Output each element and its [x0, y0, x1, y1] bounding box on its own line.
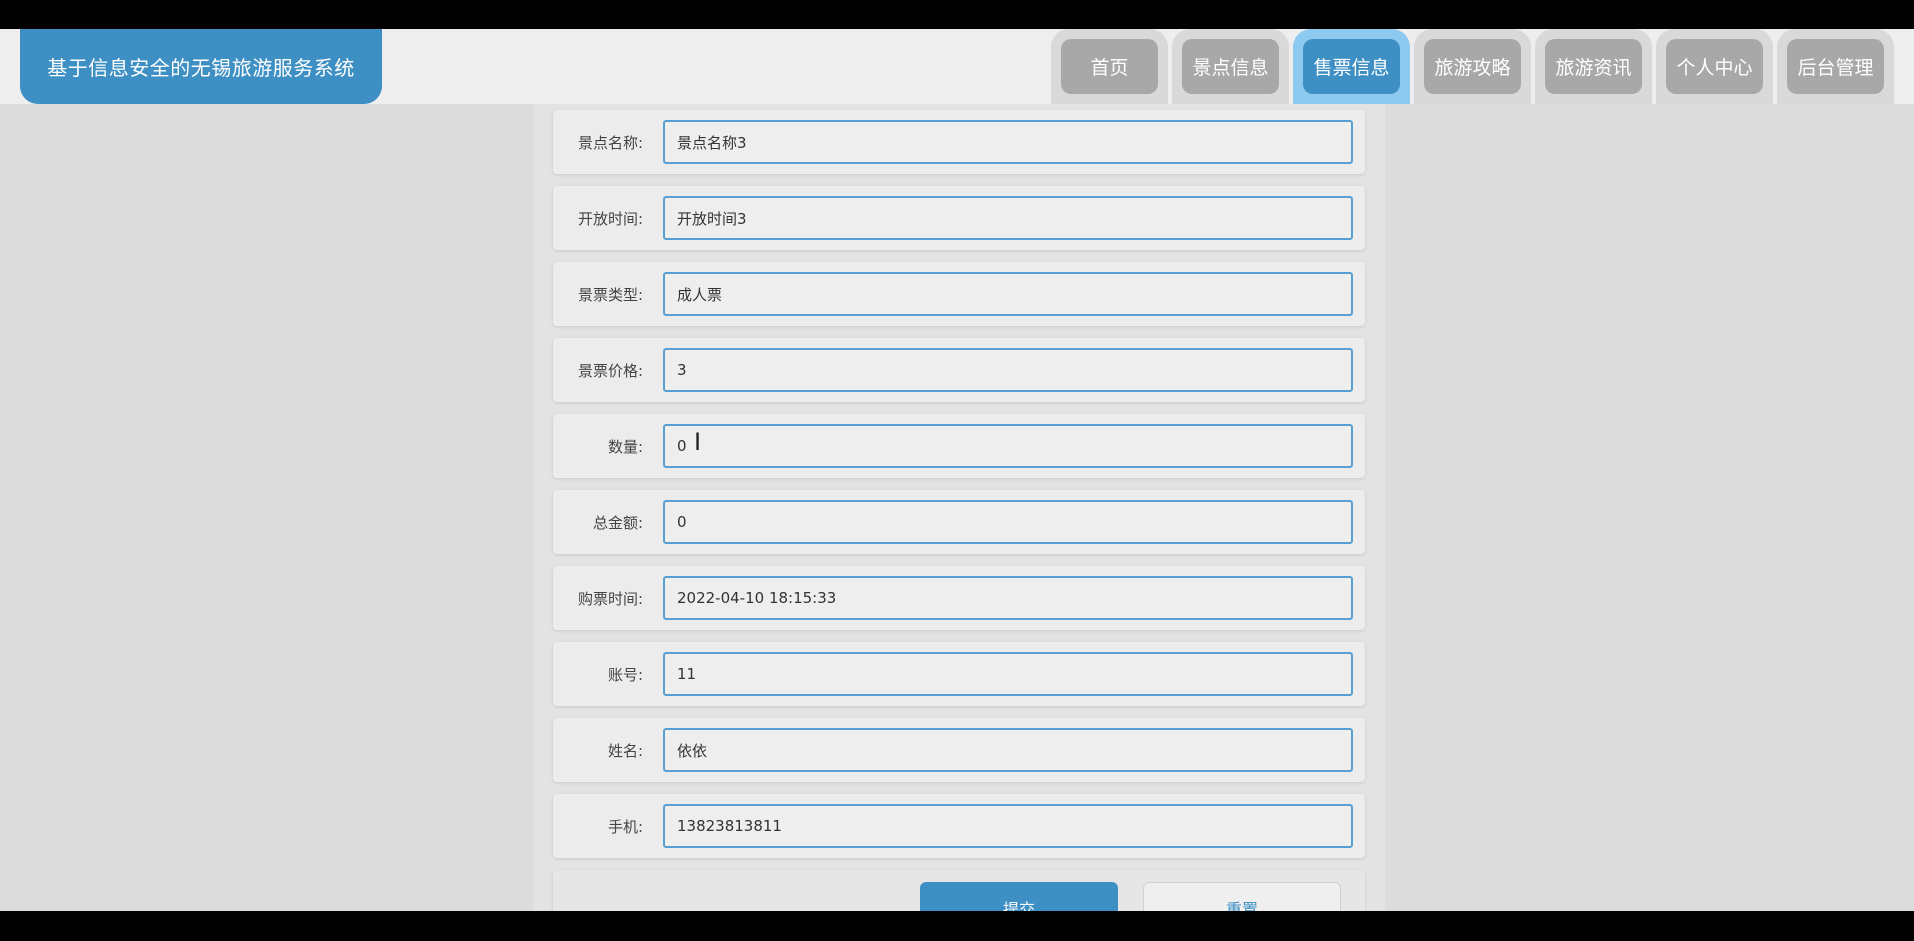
form-actions: 提交 重置	[553, 870, 1365, 911]
ticket-type-input[interactable]	[663, 272, 1353, 316]
field-label: 景点名称:	[577, 133, 643, 152]
field-label: 姓名:	[607, 741, 643, 760]
ticket-form: 景点名称: 开放时间: 景票类型: 景票价格: 数量: 总金额: 购票时间:	[533, 104, 1385, 911]
submit-button[interactable]: 提交	[920, 882, 1118, 911]
nav-home[interactable]: 首页	[1051, 29, 1168, 104]
ticket-price-input[interactable]	[663, 348, 1353, 392]
nav-guides-label: 旅游攻略	[1424, 39, 1521, 94]
text-cursor-icon: I	[694, 428, 702, 456]
total-amount-input[interactable]	[663, 500, 1353, 544]
quantity-input[interactable]	[663, 424, 1353, 468]
nav-guides[interactable]: 旅游攻略	[1414, 29, 1531, 104]
field-attraction-name: 景点名称:	[553, 110, 1365, 174]
phone-input[interactable]	[663, 804, 1353, 848]
field-quantity: 数量:	[553, 414, 1365, 478]
field-phone: 手机:	[553, 794, 1365, 858]
purchase-time-input[interactable]	[663, 576, 1353, 620]
nav-news[interactable]: 旅游资讯	[1535, 29, 1652, 104]
site-header: 基于信息安全的无锡旅游服务系统 首页 景点信息 售票信息 旅游攻略 旅游资讯 个…	[0, 29, 1914, 104]
field-label: 手机:	[607, 817, 643, 836]
name-input[interactable]	[663, 728, 1353, 772]
nav-profile[interactable]: 个人中心	[1656, 29, 1773, 104]
nav-tickets-label: 售票信息	[1303, 39, 1400, 94]
account-input[interactable]	[663, 652, 1353, 696]
field-open-time: 开放时间:	[553, 186, 1365, 250]
field-label: 总金额:	[592, 513, 643, 532]
field-label: 景票类型:	[577, 285, 643, 304]
main-nav: 首页 景点信息 售票信息 旅游攻略 旅游资讯 个人中心 后台管理	[1051, 29, 1894, 104]
field-label: 开放时间:	[577, 209, 643, 228]
field-ticket-price: 景票价格:	[553, 338, 1365, 402]
field-name: 姓名:	[553, 718, 1365, 782]
field-purchase-time: 购票时间:	[553, 566, 1365, 630]
nav-admin[interactable]: 后台管理	[1777, 29, 1894, 104]
field-label: 数量:	[607, 437, 643, 456]
open-time-input[interactable]	[663, 196, 1353, 240]
browser-viewport: 基于信息安全的无锡旅游服务系统 首页 景点信息 售票信息 旅游攻略 旅游资讯 个…	[0, 29, 1914, 911]
field-ticket-type: 景票类型:	[553, 262, 1365, 326]
nav-home-label: 首页	[1061, 39, 1158, 94]
field-label: 景票价格:	[577, 361, 643, 380]
nav-attractions[interactable]: 景点信息	[1172, 29, 1289, 104]
nav-profile-label: 个人中心	[1666, 39, 1763, 94]
reset-button[interactable]: 重置	[1143, 882, 1341, 911]
attraction-name-input[interactable]	[663, 120, 1353, 164]
field-total-amount: 总金额:	[553, 490, 1365, 554]
site-title[interactable]: 基于信息安全的无锡旅游服务系统	[20, 29, 382, 104]
nav-admin-label: 后台管理	[1787, 39, 1884, 94]
field-label: 购票时间:	[577, 589, 643, 608]
nav-news-label: 旅游资讯	[1545, 39, 1642, 94]
nav-attractions-label: 景点信息	[1182, 39, 1279, 94]
field-account: 账号:	[553, 642, 1365, 706]
field-label: 账号:	[607, 665, 643, 684]
nav-tickets[interactable]: 售票信息	[1293, 29, 1410, 104]
